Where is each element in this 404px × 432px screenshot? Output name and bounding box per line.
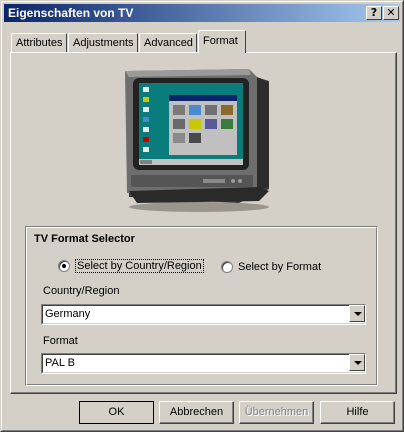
- chevron-down-icon[interactable]: [349, 354, 365, 371]
- group-title: TV Format Selector: [34, 233, 135, 245]
- apply-button[interactable]: Übernehmen: [239, 401, 314, 424]
- window-title: Eigenschaften von TV: [8, 6, 134, 20]
- radio-country-label: Select by Country/Region: [75, 259, 204, 273]
- help-button[interactable]: Hilfe: [320, 401, 395, 424]
- tv-monitor-icon: [119, 61, 271, 213]
- radio-format-label: Select by Format: [238, 261, 322, 273]
- radio-select-by-country[interactable]: Select by Country/Region: [58, 259, 204, 273]
- format-label: Format: [43, 335, 78, 347]
- radio-indicator: [221, 261, 233, 273]
- tab-format[interactable]: Format: [198, 30, 246, 53]
- dialog-window: Eigenschaften von TV ? ✕ Attributes Adju…: [0, 0, 404, 432]
- tab-advanced[interactable]: Advanced: [139, 33, 197, 52]
- tab-attributes[interactable]: Attributes: [11, 33, 67, 52]
- chevron-down-icon[interactable]: [349, 305, 365, 322]
- ok-button[interactable]: OK: [79, 401, 154, 424]
- country-region-label: Country/Region: [43, 285, 120, 297]
- radio-indicator: [58, 260, 70, 272]
- country-region-value: Germany: [45, 308, 91, 320]
- help-icon[interactable]: ?: [366, 6, 382, 20]
- radio-select-by-format[interactable]: Select by Format: [221, 261, 321, 273]
- format-combobox[interactable]: PAL B: [41, 353, 366, 374]
- title-bar[interactable]: Eigenschaften von TV ? ✕: [4, 4, 400, 22]
- country-region-combobox[interactable]: Germany: [41, 304, 366, 325]
- tab-adjustments[interactable]: Adjustments: [68, 33, 138, 52]
- cancel-button[interactable]: Abbrechen: [159, 401, 234, 424]
- format-value: PAL B: [45, 357, 75, 369]
- close-icon[interactable]: ✕: [383, 6, 399, 20]
